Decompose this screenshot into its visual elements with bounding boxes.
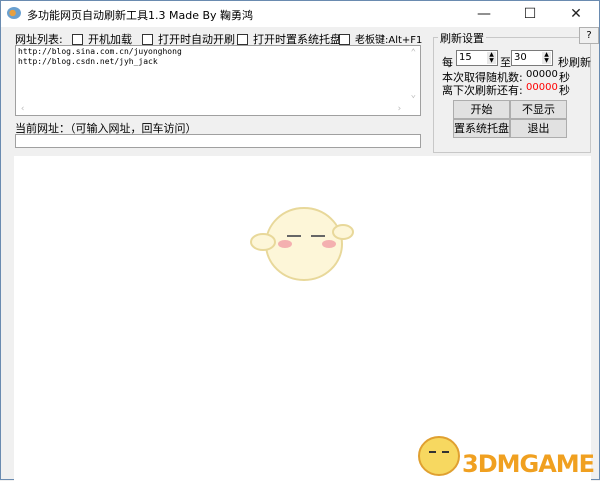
start-button[interactable]: 开始 (453, 100, 510, 119)
spinner-arrows-icon[interactable]: ▲ ▼ (542, 52, 551, 64)
checkbox-icon (339, 34, 350, 45)
scroll-right-icon[interactable]: › (397, 104, 402, 114)
next-sec-label: 秒 (559, 84, 570, 97)
checkbox-icon (142, 34, 153, 45)
help-button[interactable]: ? (579, 27, 599, 44)
maximize-button[interactable]: ☐ (507, 1, 553, 27)
scroll-up-icon[interactable]: ⌃ (411, 48, 416, 58)
next-value: 00000 (526, 82, 558, 93)
watermark-mascot-icon (418, 436, 460, 476)
app-icon (7, 7, 21, 19)
refresh-settings-title: 刷新设置 (438, 30, 486, 46)
from-spinner[interactable]: 15 ▲ ▼ (456, 50, 498, 66)
scroll-left-icon[interactable]: ‹ (20, 104, 25, 114)
boss-key-checkbox[interactable]: 老板键:Alt+F1 (339, 31, 422, 46)
to-label: 至 (500, 56, 511, 69)
window-title: 多功能网页自动刷新工具1.3 Made By 鞠勇鸿 (27, 9, 254, 22)
next-label: 离下次刷新还有: (442, 84, 523, 97)
url-item: http://blog.csdn.net/jyh_jack (18, 57, 158, 66)
minimize-button[interactable]: — (461, 1, 507, 27)
random-value: 00000 (526, 69, 558, 80)
browser-view[interactable]: 3DMGAME (14, 156, 595, 481)
from-value: 15 (459, 52, 472, 63)
url-list-textarea[interactable]: http://blog.sina.com.cn/juyonghong http:… (15, 45, 421, 116)
spinner-arrows-icon[interactable]: ▲ ▼ (487, 52, 496, 64)
url-item: http://blog.sina.com.cn/juyonghong (18, 47, 182, 56)
every-label: 每 (442, 56, 453, 69)
to-spinner[interactable]: 30 ▲ ▼ (511, 50, 553, 66)
current-url-input[interactable] (15, 134, 421, 148)
to-value: 30 (514, 52, 527, 63)
loading-mascot-icon (250, 207, 354, 281)
scroll-down-icon[interactable]: ⌄ (411, 90, 416, 100)
checkbox-icon (72, 34, 83, 45)
close-button[interactable]: ✕ (553, 1, 599, 27)
sec-refresh-label: 秒刷新 (558, 56, 591, 69)
watermark-text: 3DMGAME (462, 450, 595, 478)
tray-button[interactable]: 置系统托盘 (453, 119, 510, 138)
exit-button[interactable]: 退出 (510, 119, 567, 138)
hide-button[interactable]: 不显示 (510, 100, 567, 119)
checkbox-icon (237, 34, 248, 45)
title-bar: 多功能网页自动刷新工具1.3 Made By 鞠勇鸿 — ☐ ✕ (1, 1, 599, 27)
